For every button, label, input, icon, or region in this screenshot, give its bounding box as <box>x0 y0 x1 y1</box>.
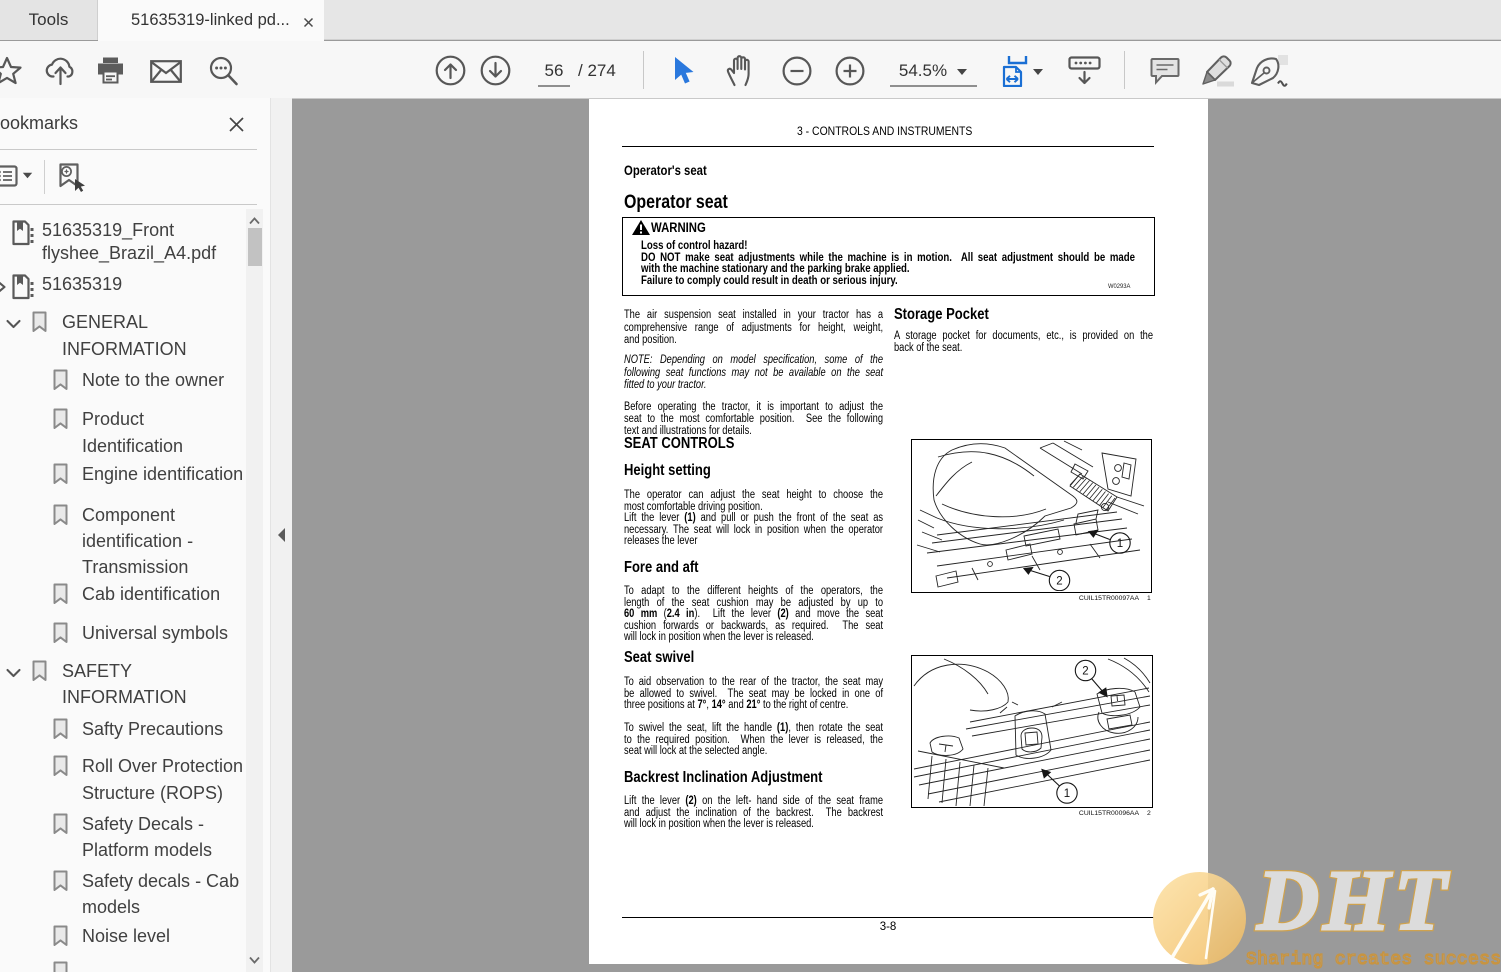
svg-text:2: 2 <box>1056 576 1062 588</box>
svg-text:1: 1 <box>1116 538 1122 550</box>
svg-text:2: 2 <box>1082 666 1088 678</box>
svg-text:1: 1 <box>1063 788 1069 800</box>
